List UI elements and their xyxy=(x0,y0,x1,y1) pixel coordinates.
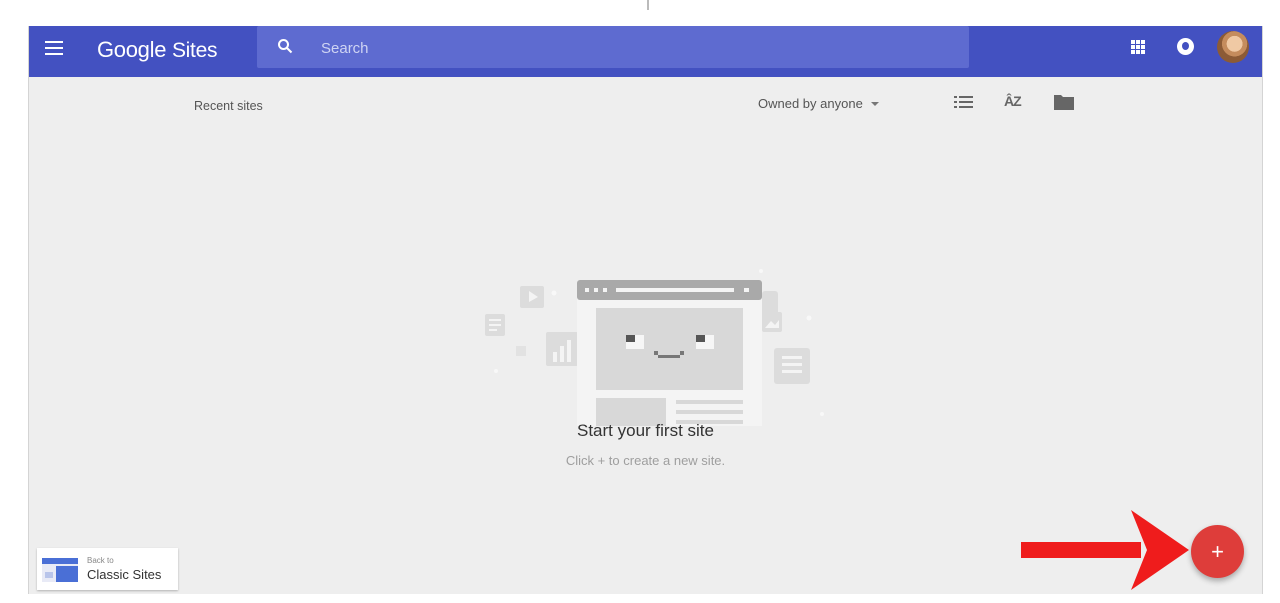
avatar[interactable] xyxy=(1217,31,1249,63)
empty-state-subtitle: Click + to create a new site. xyxy=(565,453,726,468)
app-title-main: Google xyxy=(97,37,167,62)
back-to-label: Back to xyxy=(87,556,114,565)
top-app-bar: Google Sites xyxy=(29,26,1262,77)
empty-state-title: Start your first site xyxy=(577,421,714,440)
owner-filter-label: Owned by anyone xyxy=(758,96,863,111)
list-view-icon[interactable] xyxy=(954,94,974,110)
apps-icon[interactable] xyxy=(1131,40,1145,54)
classic-sites-logo-icon xyxy=(42,558,78,582)
menu-icon[interactable] xyxy=(45,41,63,55)
app-title-sub: Sites xyxy=(171,39,218,62)
recent-sites-label: Recent sites xyxy=(194,99,263,113)
annotation-arrow-icon xyxy=(1021,510,1189,590)
owner-filter-dropdown[interactable]: Owned by anyone xyxy=(758,96,879,111)
classic-sites-label: Classic Sites xyxy=(87,567,162,582)
top-divider-tick xyxy=(647,0,649,10)
create-site-button[interactable]: + xyxy=(1191,525,1244,578)
search-input[interactable] xyxy=(319,35,923,61)
back-to-classic-sites-link[interactable]: Back to Classic Sites xyxy=(37,548,178,590)
app-logo[interactable]: Google Sites xyxy=(97,37,217,63)
search-bar[interactable] xyxy=(257,26,969,68)
notifications-icon[interactable] xyxy=(1177,38,1194,55)
app-window: Google Sites Recent sites Owned by anyon… xyxy=(28,26,1263,594)
chevron-down-icon xyxy=(870,101,879,106)
folder-icon[interactable] xyxy=(1054,94,1074,110)
sort-az-icon[interactable]: ÂZ xyxy=(1004,93,1022,109)
search-icon[interactable] xyxy=(277,38,293,54)
empty-state-illustration xyxy=(485,269,824,426)
